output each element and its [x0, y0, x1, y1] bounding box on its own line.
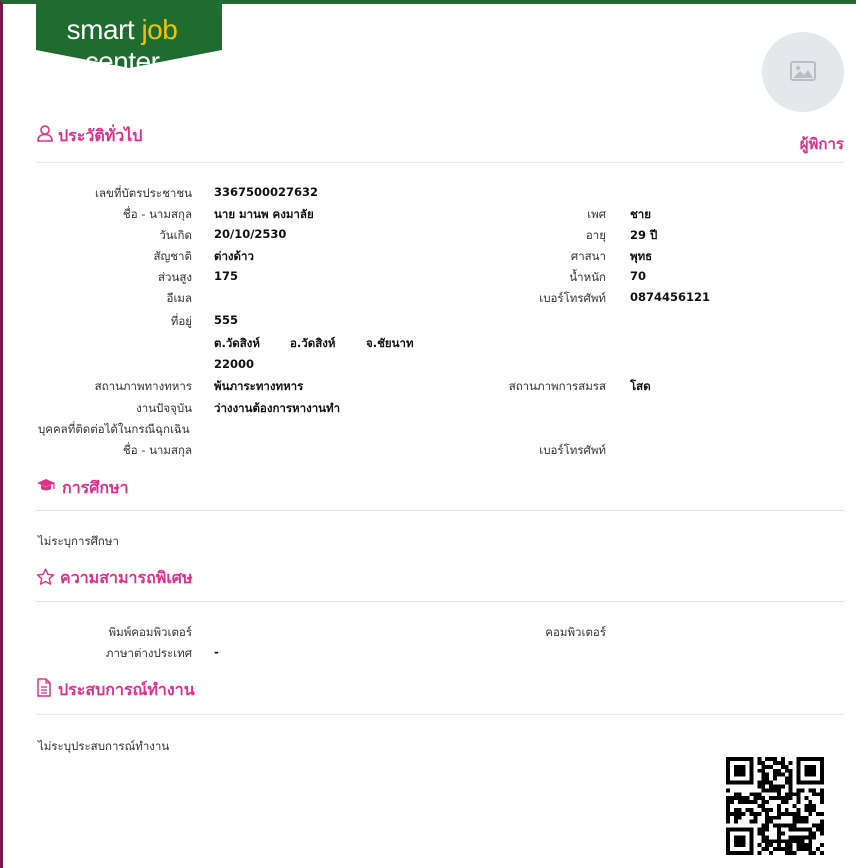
user-icon — [37, 125, 53, 142]
age-label: อายุ — [585, 228, 606, 242]
star-icon — [36, 568, 55, 585]
id-value: 3367500027632 — [214, 185, 319, 199]
section-title-skills: ความสามารถพิเศษ — [60, 568, 193, 587]
job-label: งานปัจจุบัน — [136, 401, 192, 415]
dob-value: 20/10/2530 — [214, 227, 287, 241]
id-label: เลขที่บัตรประชาชน — [95, 186, 192, 200]
divider — [36, 714, 844, 715]
gender-value: ชาย — [630, 207, 652, 221]
religion-label: ศาสนา — [570, 249, 606, 263]
nationality-value: ต่างด้าว — [214, 249, 254, 263]
dob-label: วันเกิด — [159, 228, 192, 242]
weight-label: น้ำหนัก — [569, 270, 606, 284]
weight-value: 70 — [630, 269, 647, 283]
divider — [36, 601, 844, 602]
marital-label: สถานภาพการสมรส — [508, 379, 606, 393]
address-district: อ.วัดสิงห์ — [290, 336, 336, 350]
smart-job-center-logo: smart job center — [36, 4, 222, 77]
age-value: 29 ปี — [630, 228, 658, 242]
religion-value: พุทธ — [630, 249, 653, 263]
graduation-cap-icon — [37, 479, 55, 491]
address-label: ที่อยู่ — [170, 314, 192, 328]
section-title-education: การศึกษา — [62, 478, 129, 497]
height-label: ส่วนสูง — [158, 270, 192, 284]
name-value: นาย มานพ คงมาลัย — [214, 207, 314, 221]
logo-text: smart job center — [66, 14, 178, 77]
language-label: ภาษาต่างประเทศ — [105, 646, 192, 660]
marital-value: โสด — [630, 379, 651, 393]
divider — [36, 162, 844, 163]
address-province: จ.ชัยนาท — [366, 336, 414, 350]
qr-code — [726, 757, 824, 855]
emergency-name-label: ชื่อ - นามสกุล — [122, 443, 192, 457]
computer-label: คอมพิวเตอร์ — [545, 625, 606, 639]
job-value: ว่างงานต้องการหางานทำ — [214, 401, 341, 415]
military-value: พ้นภาระทางทหาร — [214, 379, 304, 393]
image-placeholder-icon — [790, 61, 816, 81]
name-label: ชื่อ - นามสกุล — [122, 207, 192, 221]
email-label: อีเมล — [166, 291, 192, 305]
document-icon — [37, 678, 51, 697]
address-zip: 22000 — [214, 357, 255, 371]
phone-value: 0874456121 — [630, 290, 711, 304]
nationality-label: สัญชาติ — [153, 249, 192, 263]
section-title-work: ประสบการณ์ทำงาน — [58, 680, 195, 699]
education-empty-text: ไม่ระบุการศึกษา — [38, 534, 119, 548]
emergency-phone-label: เบอร์โทรศัพท์ — [539, 443, 606, 457]
work-empty-text: ไม่ระบุประสบการณ์ทำงาน — [38, 739, 170, 753]
military-label: สถานภาพทางทหาร — [94, 379, 192, 393]
disability-label: ผู้พิการ — [799, 135, 844, 153]
divider — [36, 510, 844, 511]
address-subdistrict: ต.วัดสิงห์ — [214, 336, 260, 350]
height-value: 175 — [214, 269, 239, 283]
phone-label: เบอร์โทรศัพท์ — [539, 291, 606, 305]
emergency-contact-label: บุคคลที่ติดต่อได้ในกรณีฉุกเฉิน — [38, 422, 190, 436]
avatar — [762, 32, 844, 112]
address-line1: 555 — [214, 313, 239, 327]
language-value: - — [214, 645, 219, 659]
typing-label: พิมพ์คอมพิวเตอร์ — [108, 625, 192, 639]
section-title-general: ประวัติทั่วไป — [58, 126, 143, 145]
gender-label: เพศ — [587, 207, 606, 221]
